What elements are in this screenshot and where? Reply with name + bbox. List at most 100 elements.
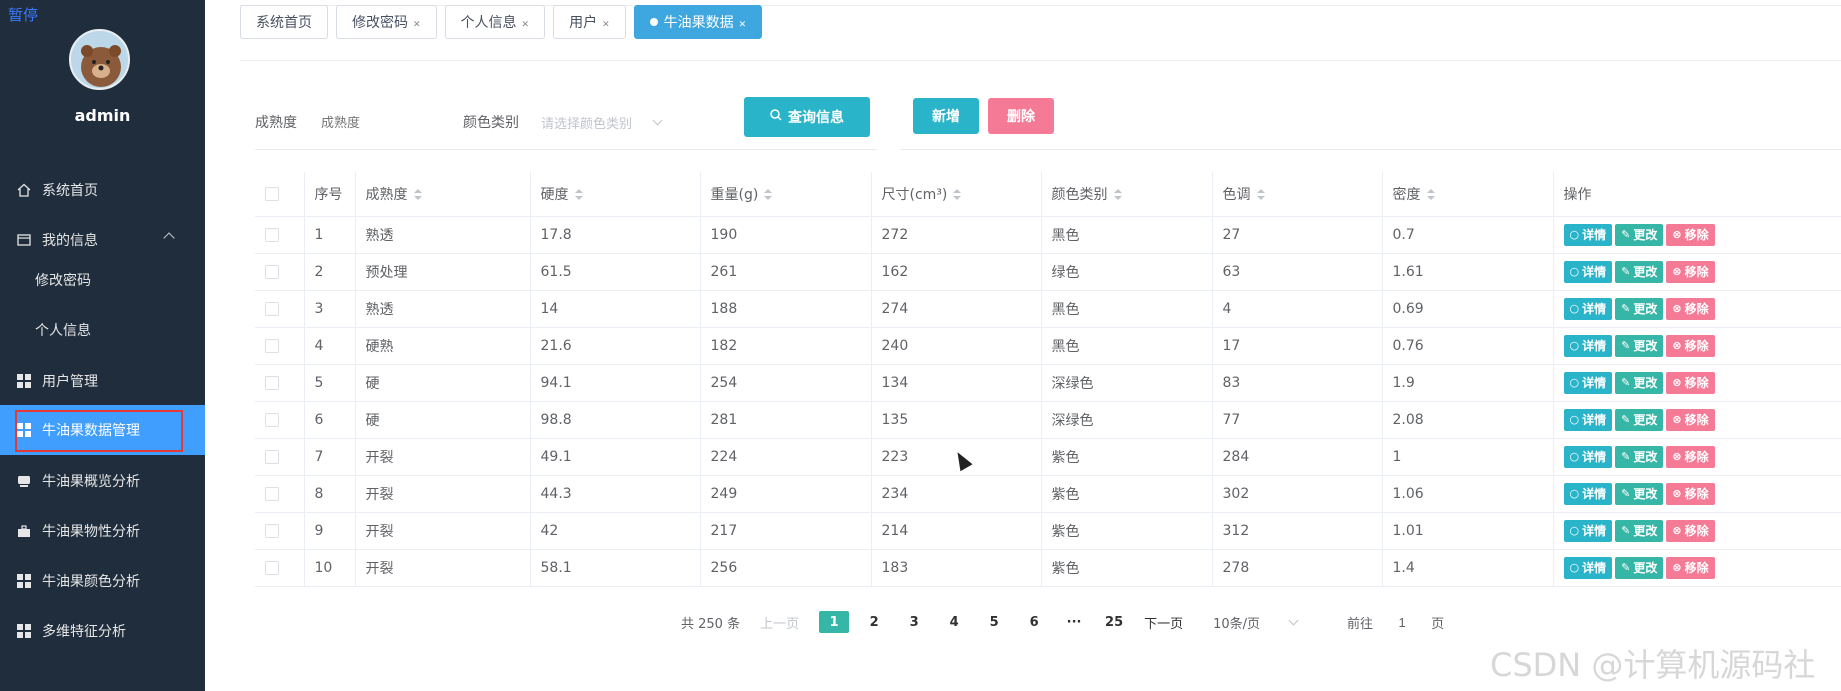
page-2-button[interactable]: 2 [859,611,889,633]
edit-button[interactable]: ✎ 更改 [1615,260,1664,283]
select-all-checkbox[interactable] [265,186,279,201]
edit-button[interactable]: ✎ 更改 [1615,297,1664,320]
sort-icon[interactable] [764,188,773,201]
row-checkbox[interactable] [265,486,279,501]
page-4-button[interactable]: 4 [939,611,969,633]
remove-button[interactable]: ⊗ 移除 [1666,556,1715,579]
remove-button[interactable]: ⊗ 移除 [1666,519,1715,542]
sidebar-item-physical-analysis[interactable]: 牛油果物性分析 [0,506,205,556]
close-icon[interactable]: ✕ [739,20,747,30]
row-checkbox[interactable] [265,227,279,242]
page-6-button[interactable]: 6 [1019,611,1049,633]
header-weight[interactable]: 重量(g) [700,172,872,217]
table-row[interactable]: 4 硬熟 21.6 182 240 黑色 17 0.76 ○ 详情 ✎ 更改 ⊗ 移除 [255,327,1841,365]
detail-button[interactable]: ○ 详情 [1563,260,1613,283]
table-row[interactable]: 8 开裂 44.3 249 234 紫色 302 1.06 ○ 详情 ✎ 更改 ⊗ 移除 [255,475,1841,513]
tab-avocado-data[interactable]: 牛油果数据 ✕ [633,5,763,39]
tab-personal-info[interactable]: 个人信息 ✕ [444,5,546,39]
edit-button[interactable]: ✎ 更改 [1615,408,1664,431]
row-checkbox[interactable] [265,412,279,427]
sort-icon[interactable] [413,188,422,201]
sort-icon[interactable] [1256,188,1265,201]
add-button[interactable]: 新增 [913,98,979,134]
delete-button[interactable]: 删除 [988,98,1054,134]
page-3-button[interactable]: 3 [899,611,929,633]
prev-page-button[interactable]: 上一页 [760,613,799,632]
page-size-select[interactable]: 10条/页 [1213,613,1299,632]
header-density[interactable]: 密度 [1382,172,1554,217]
row-checkbox[interactable] [265,301,279,316]
detail-button[interactable]: ○ 详情 [1563,223,1613,246]
edit-button[interactable]: ✎ 更改 [1615,482,1664,505]
remove-button[interactable]: ⊗ 移除 [1666,482,1715,505]
next-page-button[interactable]: 下一页 [1144,613,1183,632]
close-icon[interactable]: ✕ [413,20,421,30]
sidebar-item-personal-info[interactable]: 个人信息 [0,305,205,355]
sort-icon[interactable] [953,188,962,201]
more-pages-button[interactable]: ··· [1059,611,1089,633]
remove-button[interactable]: ⊗ 移除 [1666,223,1715,246]
remove-button[interactable]: ⊗ 移除 [1666,260,1715,283]
row-checkbox[interactable] [265,338,279,353]
detail-button[interactable]: ○ 详情 [1563,408,1613,431]
pause-label[interactable]: 暂停 [8,4,38,25]
sidebar-item-color-analysis[interactable]: 牛油果颜色分析 [0,556,205,606]
table-row[interactable]: 5 硬 94.1 254 134 深绿色 83 1.9 ○ 详情 ✎ 更改 ⊗ 移除 [255,364,1841,402]
row-checkbox[interactable] [265,560,279,575]
table-row[interactable]: 2 预处理 61.5 261 162 绿色 63 1.61 ○ 详情 ✎ 更改 ⊗ 移除 [255,253,1841,291]
page-25-button[interactable]: 25 [1099,611,1129,633]
sort-icon[interactable] [574,188,583,201]
detail-button[interactable]: ○ 详情 [1563,482,1613,505]
table-row[interactable]: 1 熟透 17.8 190 272 黑色 27 0.7 ○ 详情 ✎ 更改 ⊗ 移除 [255,216,1841,254]
tab-home[interactable]: 系统首页 [240,5,328,39]
sidebar-item-change-password[interactable]: 修改密码 [0,255,205,305]
page-1-button[interactable]: 1 [819,611,850,633]
page-5-button[interactable]: 5 [979,611,1009,633]
header-color-category[interactable]: 颜色类别 [1041,172,1213,217]
close-icon[interactable]: ✕ [522,20,530,30]
edit-button[interactable]: ✎ 更改 [1615,445,1664,468]
header-hue[interactable]: 色调 [1212,172,1383,217]
detail-button[interactable]: ○ 详情 [1563,519,1613,542]
sort-icon[interactable] [1426,188,1435,201]
close-icon[interactable]: ✕ [602,20,610,30]
row-checkbox[interactable] [265,375,279,390]
sidebar-item-overview-analysis[interactable]: 牛油果概览分析 [0,456,205,506]
row-checkbox[interactable] [265,264,279,279]
table-row[interactable]: 3 熟透 14 188 274 黑色 4 0.69 ○ 详情 ✎ 更改 ⊗ 移除 [255,290,1841,328]
remove-button[interactable]: ⊗ 移除 [1666,334,1715,357]
detail-button[interactable]: ○ 详情 [1563,334,1613,357]
edit-button[interactable]: ✎ 更改 [1615,371,1664,394]
table-row[interactable]: 10 开裂 58.1 256 183 紫色 278 1.4 ○ 详情 ✎ 更改 ⊗ 移除 [255,549,1841,587]
detail-button[interactable]: ○ 详情 [1563,297,1613,320]
header-size[interactable]: 尺寸(cm³) [871,172,1042,217]
sidebar-item-users[interactable]: 用户管理 [0,356,205,406]
detail-button[interactable]: ○ 详情 [1563,371,1613,394]
query-button[interactable]: 查询信息 [744,97,870,137]
table-row[interactable]: 7 开裂 49.1 224 223 紫色 284 1 ○ 详情 ✎ 更改 ⊗ 移除 [255,438,1841,476]
detail-button[interactable]: ○ 详情 [1563,445,1613,468]
header-hardness[interactable]: 硬度 [530,172,701,217]
edit-button[interactable]: ✎ 更改 [1615,556,1664,579]
row-checkbox[interactable] [265,523,279,538]
edit-button[interactable]: ✎ 更改 [1615,519,1664,542]
color-category-select[interactable]: 请选择颜色类别 [541,113,663,132]
goto-page-input[interactable] [1379,614,1426,630]
sort-icon[interactable] [1113,188,1122,201]
detail-button[interactable]: ○ 详情 [1563,556,1613,579]
table-row[interactable]: 6 硬 98.8 281 135 深绿色 77 2.08 ○ 详情 ✎ 更改 ⊗ 移除 [255,401,1841,439]
edit-button[interactable]: ✎ 更改 [1615,223,1664,246]
sidebar-item-avocado-data[interactable]: 牛油果数据管理 [0,405,205,455]
remove-button[interactable]: ⊗ 移除 [1666,297,1715,320]
remove-button[interactable]: ⊗ 移除 [1666,445,1715,468]
tab-users[interactable]: 用户 ✕ [553,5,626,39]
tab-change-password[interactable]: 修改密码 ✕ [336,5,437,39]
header-ripeness[interactable]: 成熟度 [355,172,531,217]
table-row[interactable]: 9 开裂 42 217 214 紫色 312 1.01 ○ 详情 ✎ 更改 ⊗ 移除 [255,512,1841,550]
ripeness-input[interactable] [321,114,451,130]
sidebar-item-multidim-analysis[interactable]: 多维特征分析 [0,606,205,656]
remove-button[interactable]: ⊗ 移除 [1666,371,1715,394]
edit-button[interactable]: ✎ 更改 [1615,334,1664,357]
remove-button[interactable]: ⊗ 移除 [1666,408,1715,431]
sidebar-item-home[interactable]: 系统首页 [0,165,205,215]
